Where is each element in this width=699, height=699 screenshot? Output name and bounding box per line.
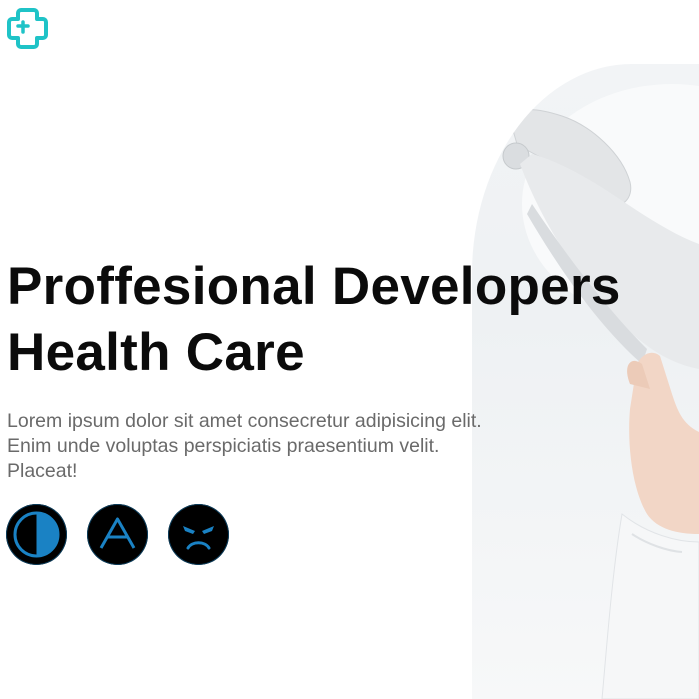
letter-a-button[interactable] [87,504,148,565]
logo-medical-cross-icon[interactable] [6,7,49,50]
contrast-button[interactable] [6,504,67,565]
headline-line-2: Health Care [7,323,305,382]
angry-face-icon [183,526,214,550]
angry-face-button[interactable] [168,504,229,565]
description-line-2: Enim unde voluptas perspiciatis praesent… [7,435,440,457]
headline-line-1: Proffesional Developers [7,257,621,316]
hero-description: Lorem ipsum dolor sit amet consecretur a… [7,409,597,484]
description-line-3: Placeat! [7,460,78,482]
description-line-1: Lorem ipsum dolor sit amet consecretur a… [7,410,482,432]
letter-a-icon [99,517,136,549]
half-contrast-icon [13,511,60,558]
hero-headline: Proffesional Developers Health Care [7,254,699,386]
